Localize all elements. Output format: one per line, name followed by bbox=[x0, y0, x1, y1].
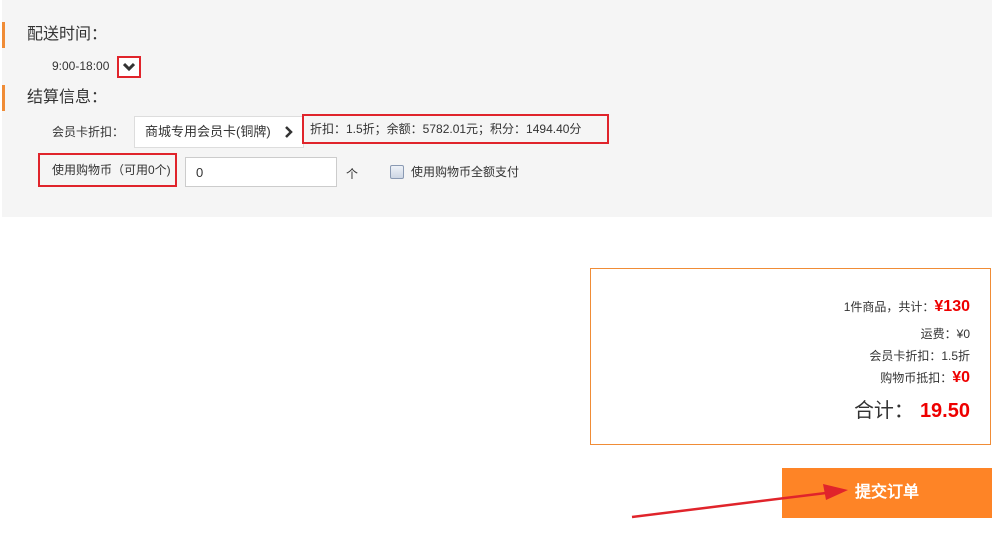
grand-total: 合计： 19.50 bbox=[854, 394, 970, 423]
member-card-selected: 商城专用会员卡(铜牌) bbox=[145, 124, 271, 139]
delivery-time-title: 配送时间： bbox=[2, 22, 107, 48]
items-total-line: 1件商品，共计：¥130 bbox=[844, 298, 970, 316]
card-discount-line: 会员卡折扣：1.5折 bbox=[869, 349, 970, 363]
items-total-value: ¥130 bbox=[934, 298, 970, 315]
order-summary: 1件商品，共计：¥130 运费：¥0 会员卡折扣：1.5折 购物币抵扣：¥0 合… bbox=[590, 268, 991, 445]
member-card-label: 会员卡折扣： bbox=[52, 125, 125, 139]
chevron-right-icon bbox=[285, 126, 293, 138]
coin-deduction-value: ¥0 bbox=[952, 369, 970, 386]
delivery-time-value: 9:00-18:00 bbox=[52, 59, 110, 73]
shipping-fee: 运费：¥0 bbox=[920, 327, 970, 341]
full-pay-checkbox[interactable] bbox=[390, 165, 404, 179]
member-card-info: 折扣：1.5折；余额：5782.01元；积分：1494.40分 bbox=[302, 114, 609, 144]
chevron-down-icon bbox=[123, 62, 135, 72]
full-pay-label: 使用购物币全额支付 bbox=[411, 165, 520, 179]
member-card-select[interactable]: 商城专用会员卡(铜牌) bbox=[134, 116, 304, 148]
coin-deduction-label: 购物币抵扣： bbox=[880, 371, 953, 385]
grand-total-label: 合计： bbox=[853, 400, 914, 422]
coin-deduction-line: 购物币抵扣：¥0 bbox=[880, 369, 970, 387]
submit-order-button[interactable]: 提交订单 bbox=[782, 468, 992, 518]
items-total-label: 1件商品，共计： bbox=[843, 300, 935, 314]
shopping-coin-input[interactable] bbox=[185, 157, 337, 187]
settlement-info-title: 结算信息： bbox=[2, 85, 107, 111]
shopping-coin-label: 使用购物币（可用0个) bbox=[38, 153, 177, 187]
grand-total-value: 19.50 bbox=[919, 400, 970, 422]
delivery-time-dropdown[interactable] bbox=[117, 56, 141, 78]
shopping-coin-unit: 个 bbox=[346, 167, 359, 181]
